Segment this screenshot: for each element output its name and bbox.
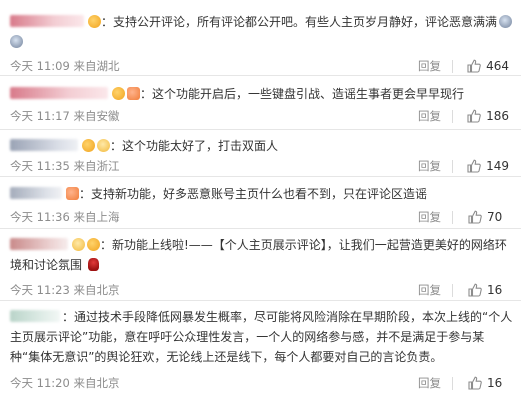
comment-item: ：这个功能太好了，打击双面人 今天 11:35 来自浙江 回复 149	[0, 130, 521, 177]
emoji-icon	[72, 238, 85, 251]
vip-badge-icon	[88, 15, 101, 28]
comment-footer: 今天 11:09 来自湖北 回复 464	[10, 56, 513, 76]
vip-badge-icon	[112, 87, 125, 100]
like-button[interactable]: 149	[467, 156, 509, 176]
comment-footer: 今天 11:35 来自浙江 回复 149	[10, 156, 513, 176]
like-count: 186	[486, 109, 509, 123]
comment-body: ：通过技术手段降低网暴发生概率，尽可能将风险消除在早期阶段，本次上线的“个人主页…	[10, 307, 513, 367]
reply-button[interactable]: 回复	[418, 106, 441, 126]
like-count: 464	[486, 59, 509, 73]
comment-body: ：新功能上线啦!——【个人主页展示评论】，让我们一起营造更美好的网络环境和讨论氛…	[10, 235, 513, 275]
divider	[452, 284, 453, 297]
thumbs-up-icon	[468, 283, 482, 297]
comment-footer: 今天 11:23 来自北京 回复 16	[10, 280, 513, 300]
blurred-username[interactable]	[10, 139, 78, 151]
comment-timestamp: 今天 11:20 来自北京	[10, 376, 120, 390]
comment-timestamp: 今天 11:17 来自安徽	[10, 109, 120, 123]
emoji-icon	[10, 35, 23, 48]
comment-item: ：通过技术手段降低网暴发生概率，尽可能将风险消除在早期阶段，本次上线的“个人主页…	[0, 301, 521, 402]
like-count: 70	[487, 210, 503, 224]
comment-body: ：这个功能开启后，一些键盘引战、造谣生事者更会早早现行	[10, 84, 513, 104]
comment-timestamp: 今天 11:35 来自浙江	[10, 159, 120, 173]
thumbs-up-icon	[468, 376, 482, 390]
thumbs-up-icon	[467, 59, 481, 73]
emoji-icon	[499, 15, 513, 28]
like-count: 16	[487, 376, 503, 390]
comment-item: ：新功能上线啦!——【个人主页展示评论】，让我们一起营造更美好的网络环境和讨论氛…	[0, 229, 521, 301]
comment-list: ：支持公开评论，所有评论都公开吧。有些人主页岁月静好，评论恶意满满 今天 11:…	[0, 0, 521, 402]
like-count: 149	[486, 159, 509, 173]
like-button[interactable]: 186	[467, 106, 509, 126]
comment-item: ：支持公开评论，所有评论都公开吧。有些人主页岁月静好，评论恶意满满 今天 11:…	[0, 0, 521, 76]
like-button[interactable]: 16	[468, 280, 509, 300]
comment-body: ：支持新功能，好多恶意账号主页什么也看不到，只在评论区造谣	[10, 184, 513, 204]
comment-item: ：支持新功能，好多恶意账号主页什么也看不到，只在评论区造谣 今天 11:36 来…	[0, 177, 521, 229]
like-button[interactable]: 464	[467, 56, 509, 76]
rose-icon	[87, 258, 99, 271]
thumbs-up-icon	[468, 210, 482, 224]
divider	[452, 377, 453, 390]
comment-text: ：支持新功能，好多恶意账号主页什么也看不到，只在评论区造谣	[79, 187, 428, 201]
blurred-username[interactable]	[10, 187, 62, 199]
blurred-username[interactable]	[10, 310, 60, 322]
divider	[452, 60, 453, 73]
blurred-username[interactable]	[10, 87, 108, 99]
comment-timestamp: 今天 11:09 来自湖北	[10, 59, 120, 73]
comment-footer: 今天 11:17 来自安徽 回复 186	[10, 106, 513, 126]
blurred-username[interactable]	[10, 238, 68, 250]
comment-text: ：这个功能开启后，一些键盘引战、造谣生事者更会早早现行	[140, 87, 465, 101]
like-count: 16	[487, 283, 503, 297]
reply-button[interactable]: 回复	[418, 156, 441, 176]
comment-text: ：这个功能太好了，打击双面人	[110, 139, 279, 153]
thumbs-up-icon	[467, 109, 481, 123]
comment-body: ：支持公开评论，所有评论都公开吧。有些人主页岁月静好，评论恶意满满	[10, 12, 513, 52]
comment-timestamp: 今天 11:36 来自上海	[10, 210, 120, 224]
fan-badge-icon	[66, 187, 79, 200]
divider	[452, 160, 453, 173]
comment-text: ：支持公开评论，所有评论都公开吧。有些人主页岁月静好，评论恶意满满	[101, 15, 498, 29]
comment-item: ：这个功能开启后，一些键盘引战、造谣生事者更会早早现行 今天 11:17 来自安…	[0, 76, 521, 130]
reply-button[interactable]: 回复	[418, 280, 441, 300]
blurred-username[interactable]	[10, 15, 84, 27]
comment-body: ：这个功能太好了，打击双面人	[10, 136, 513, 156]
vip-badge-icon	[82, 139, 95, 152]
reply-button[interactable]: 回复	[418, 373, 441, 393]
comment-text: ：通过技术手段降低网暴发生概率，尽可能将风险消除在早期阶段，本次上线的“个人主页…	[10, 310, 513, 364]
comment-timestamp: 今天 11:23 来自北京	[10, 283, 120, 297]
like-button[interactable]: 16	[468, 373, 509, 393]
comment-footer: 今天 11:36 来自上海 回复 70	[10, 207, 513, 227]
divider	[452, 110, 453, 123]
reply-button[interactable]: 回复	[418, 56, 441, 76]
reply-button[interactable]: 回复	[418, 207, 441, 227]
like-button[interactable]: 70	[468, 207, 509, 227]
vip-badge-icon	[87, 238, 100, 251]
comment-footer: 今天 11:20 来自北京 回复 16	[10, 373, 513, 393]
fan-badge-icon	[97, 139, 110, 152]
divider	[452, 211, 453, 224]
thumbs-up-icon	[467, 159, 481, 173]
fan-badge-icon	[127, 87, 140, 100]
